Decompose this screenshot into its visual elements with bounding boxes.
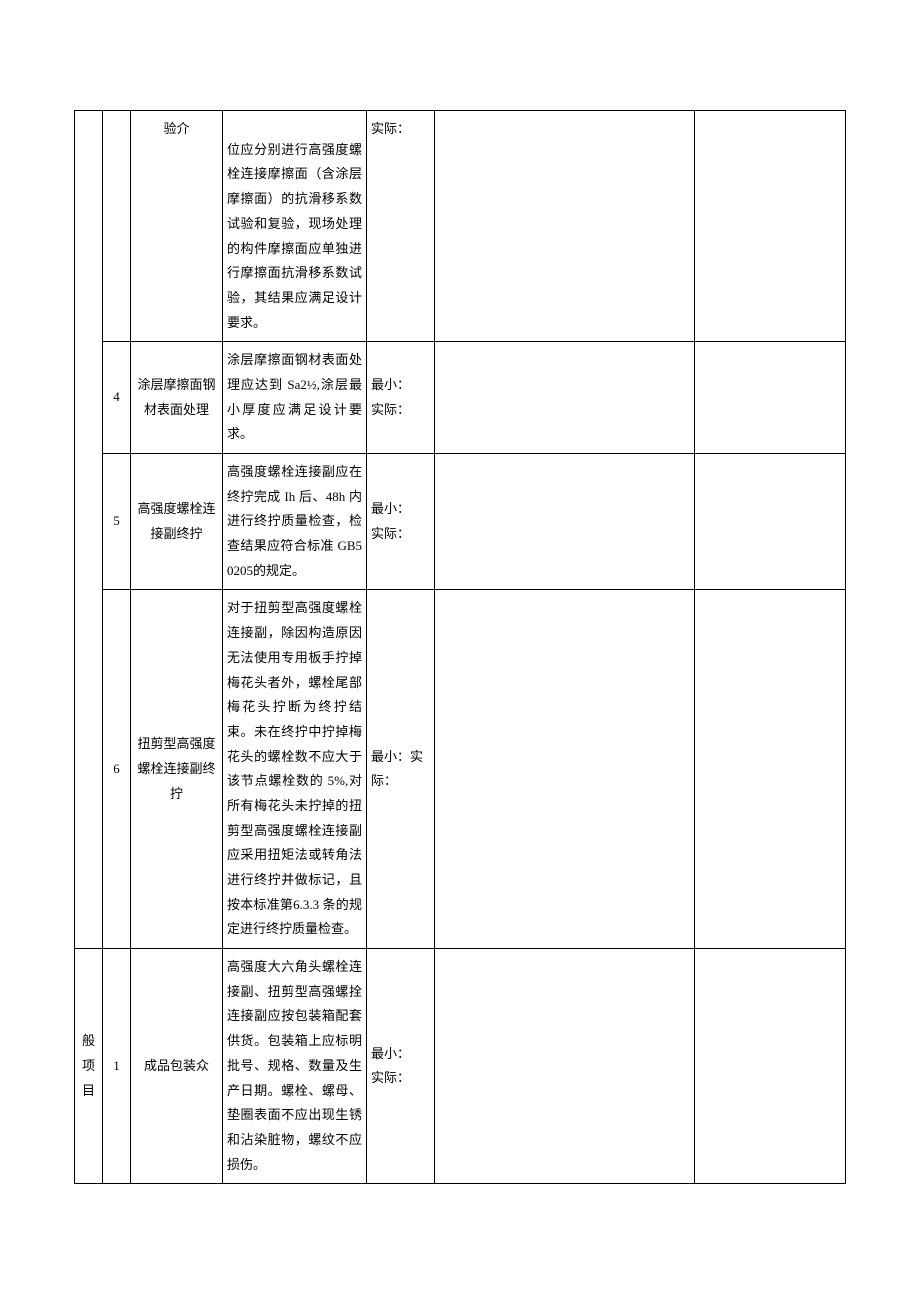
blank-cell: [435, 454, 695, 590]
index-cell: 5: [103, 454, 131, 590]
item-spec: 高强度大六角头螺栓连接副、扭剪型高强螺拴连接副应按包装箱配套供货。包装箱上应标明…: [223, 949, 367, 1184]
table-row: 4 涂层摩擦面钢材表面处理 涂层摩擦面钢材表面处理应达到 Sa2½,涂层最小厚度…: [75, 342, 846, 454]
index-cell: [103, 111, 131, 342]
index-cell: 1: [103, 949, 131, 1184]
blank-cell: [695, 590, 846, 949]
spec-text: 位应分别进行高强度螺栓连接摩擦面（含涂层摩擦面）的抗滑移系数试验和复验，现场处理…: [227, 142, 362, 330]
item-spec: 对于扭剪型高强度螺栓连接副，除因构造原因无法使用专用板手拧掉梅花头者外，螺栓尾部…: [223, 590, 367, 949]
measure-cell: 实际：: [367, 111, 435, 342]
document-page: 验介 位应分别进行高强度螺栓连接摩擦面（含涂层摩擦面）的抗滑移系数试验和复验，现…: [0, 0, 920, 1244]
blank-cell: [435, 342, 695, 454]
index-cell: 6: [103, 590, 131, 949]
item-spec: 高强度螺栓连接副应在终拧完成 Ih 后、48h 内进行终拧质量检查，检查结果应符…: [223, 454, 367, 590]
item-name: 高强度螺栓连接副终拧: [131, 454, 223, 590]
blank-cell: [695, 454, 846, 590]
item-spec: 涂层摩擦面钢材表面处理应达到 Sa2½,涂层最小厚度应满足设计要求。: [223, 342, 367, 454]
table-row: 验介 位应分别进行高强度螺栓连接摩擦面（含涂层摩擦面）的抗滑移系数试验和复验，现…: [75, 111, 846, 342]
blank-cell: [695, 111, 846, 342]
table-row: 6 扭剪型高强度螺栓连接副终拧 对于扭剪型高强度螺栓连接副，除因构造原因无法使用…: [75, 590, 846, 949]
table-row: 般项目 1 成品包装众 高强度大六角头螺栓连接副、扭剪型高强螺拴连接副应按包装箱…: [75, 949, 846, 1184]
inspection-table: 验介 位应分别进行高强度螺栓连接摩擦面（含涂层摩擦面）的抗滑移系数试验和复验，现…: [74, 110, 846, 1184]
spec-top-gap: [227, 117, 362, 138]
item-name: 验介: [131, 111, 223, 342]
category-cell: [75, 111, 103, 949]
category-cell: 般项目: [75, 949, 103, 1184]
blank-cell: [435, 949, 695, 1184]
measure-cell: 最小：实际：: [367, 590, 435, 949]
blank-cell: [695, 342, 846, 454]
table-row: 5 高强度螺栓连接副终拧 高强度螺栓连接副应在终拧完成 Ih 后、48h 内进行…: [75, 454, 846, 590]
measure-cell: 最小： 实际：: [367, 454, 435, 590]
index-cell: 4: [103, 342, 131, 454]
measure-cell: 最小： 实际：: [367, 342, 435, 454]
item-name: 成品包装众: [131, 949, 223, 1184]
blank-cell: [695, 949, 846, 1184]
blank-cell: [435, 111, 695, 342]
item-name: 涂层摩擦面钢材表面处理: [131, 342, 223, 454]
measure-cell: 最小： 实际：: [367, 949, 435, 1184]
item-spec: 位应分别进行高强度螺栓连接摩擦面（含涂层摩擦面）的抗滑移系数试验和复验，现场处理…: [223, 111, 367, 342]
blank-cell: [435, 590, 695, 949]
item-name: 扭剪型高强度螺栓连接副终拧: [131, 590, 223, 949]
